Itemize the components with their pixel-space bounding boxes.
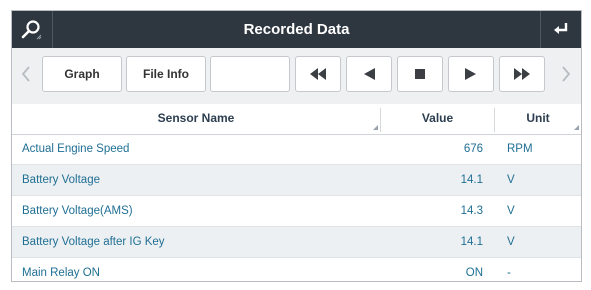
page-title: Recorded Data (243, 21, 350, 38)
table-row[interactable]: Main Relay ON ON - (12, 258, 581, 281)
sensor-name-cell: Battery Voltage(AMS) (22, 205, 133, 217)
return-button[interactable] (540, 11, 581, 48)
sensor-value-cell: 14.1 (460, 236, 483, 248)
search-icon (21, 19, 42, 39)
sensor-name-cell: Battery Voltage (22, 174, 100, 186)
play-icon (465, 68, 476, 80)
chevron-right-icon (562, 66, 571, 82)
sensor-name-cell: Battery Voltage after IG Key (22, 236, 165, 248)
rewind-icon (310, 68, 326, 80)
file-info-button[interactable]: File Info (126, 56, 206, 92)
graph-button[interactable]: Graph (42, 56, 122, 92)
sensor-value-cell: 14.1 (460, 174, 483, 186)
step-back-button[interactable] (346, 56, 392, 92)
sensor-unit-cell: V (507, 174, 515, 186)
table-row[interactable]: Battery Voltage after IG Key 14.1 V (12, 227, 581, 258)
table-row[interactable]: Battery Voltage(AMS) 14.3 V (12, 196, 581, 227)
table-row[interactable]: Actual Engine Speed 676 RPM (12, 134, 581, 165)
sensor-unit-cell: RPM (507, 143, 533, 155)
play-button[interactable] (448, 56, 494, 92)
table-header: Sensor Name Value Unit (12, 104, 581, 135)
column-header-sensor-name[interactable]: Sensor Name (12, 104, 380, 134)
stop-icon (415, 69, 425, 79)
fast-forward-button[interactable] (499, 56, 545, 92)
column-header-value[interactable]: Value (381, 104, 494, 134)
blank-button[interactable] (210, 56, 290, 92)
sensor-value-cell: 14.3 (460, 205, 483, 217)
scroll-right-button[interactable] (554, 56, 578, 92)
stop-button[interactable] (397, 56, 443, 92)
search-button[interactable] (12, 11, 53, 48)
recorded-data-window: Recorded Data Graph File Info Sensor Nam… (11, 10, 582, 282)
scroll-left-button[interactable] (14, 56, 38, 92)
sensor-unit-cell: - (507, 267, 511, 279)
return-icon (554, 22, 568, 34)
chevron-left-icon (21, 66, 30, 82)
column-header-unit[interactable]: Unit (495, 104, 581, 134)
sensor-value-cell: ON (465, 267, 483, 279)
sensor-name-cell: Main Relay ON (22, 267, 100, 279)
rewind-button[interactable] (295, 56, 341, 92)
fast-forward-icon (514, 68, 530, 80)
playback-toolbar: Graph File Info (12, 48, 581, 105)
resize-handle-icon[interactable] (574, 125, 579, 130)
resize-handle-icon[interactable] (373, 125, 378, 130)
sensor-value-cell: 676 (463, 143, 483, 155)
table-row[interactable]: Battery Voltage 14.1 V (12, 165, 581, 196)
sensor-unit-cell: V (507, 236, 515, 248)
sensor-name-cell: Actual Engine Speed (22, 143, 130, 155)
sensor-unit-cell: V (507, 205, 515, 217)
play-reverse-icon (364, 68, 375, 80)
title-bar: Recorded Data (12, 11, 581, 48)
